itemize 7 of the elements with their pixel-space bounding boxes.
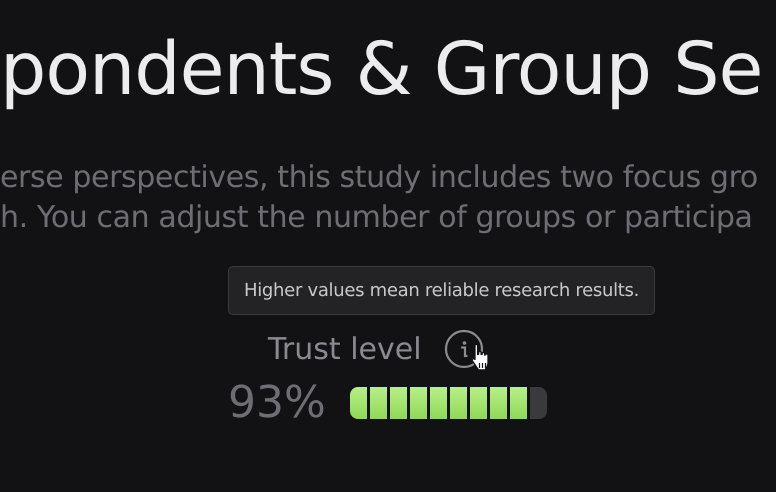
description-line: erse perspectives, this study includes two focus gro	[0, 159, 759, 197]
tooltip: Higher values mean reliable research results.	[228, 266, 656, 315]
description-line: h. You can adjust the number of groups or participa	[0, 199, 754, 237]
info-icon[interactable]	[444, 329, 484, 369]
page-heading: pondents & Group Se	[0, 26, 764, 110]
trust-value: 93%	[228, 377, 326, 428]
trust-label: Trust level	[268, 332, 422, 366]
